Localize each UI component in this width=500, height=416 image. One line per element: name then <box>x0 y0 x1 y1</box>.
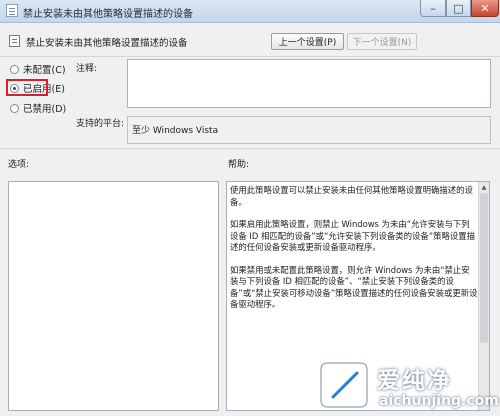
supported-platform-label: 支持的平台: <box>76 119 125 129</box>
red-highlight-box <box>6 79 48 96</box>
scroll-thumb[interactable] <box>480 193 488 343</box>
help-paragraph: 使用此策略设置可以禁止安装未由任何其他策略设置明确描述的设备。 <box>230 185 473 207</box>
supported-platform-value: 至少 Windows Vista <box>127 116 491 144</box>
divider <box>0 56 500 57</box>
policy-setting-icon <box>9 35 20 47</box>
help-label: 帮助: <box>228 160 250 170</box>
radio-circle[interactable] <box>10 64 19 74</box>
close-button[interactable]: ✕ <box>471 0 499 17</box>
next-setting-button[interactable]: 下一个设置(N) <box>347 33 417 50</box>
policy-icon <box>6 4 18 17</box>
comment-textarea[interactable] <box>127 59 491 108</box>
options-panel <box>8 181 219 411</box>
radio-disabled[interactable]: 已禁用(D) <box>10 101 66 115</box>
previous-setting-button[interactable]: 上一个设置(P) <box>271 33 344 50</box>
scroll-up-arrow-icon[interactable]: ▲ <box>479 182 489 192</box>
watermark-url: aichunjing.com <box>379 393 499 409</box>
comment-label: 注释: <box>76 64 98 74</box>
divider <box>0 148 500 149</box>
watermark-logo-icon <box>318 360 370 410</box>
policy-title: 禁止安装未由其他策略设置描述的设备 <box>26 38 188 49</box>
help-text: 使用此策略设置可以禁止安装未由任何其他策略设置明确描述的设备。 如果启用此策略设… <box>230 185 478 322</box>
radio-circle[interactable] <box>10 103 19 113</box>
minimize-button[interactable]: – <box>420 0 446 17</box>
maximize-button[interactable]: □ <box>446 0 471 17</box>
help-paragraph: 如果启用此策略设置，则禁止 Windows 为未由“允许安装与下列设备 ID 相… <box>230 219 476 252</box>
options-label: 选项: <box>8 160 30 170</box>
title-bar: 禁止安装未由其他策略设置描述的设备 – □ ✕ <box>0 0 500 23</box>
window-title: 禁止安装未由其他策略设置描述的设备 <box>23 9 193 20</box>
watermark-name: 爱纯净 <box>377 368 452 394</box>
radio-label-not-configured: 未配置(C) <box>23 65 66 76</box>
supported-platform-text: 至少 Windows Vista <box>132 126 219 136</box>
radio-label-disabled: 已禁用(D) <box>23 104 67 115</box>
watermark: 爱纯净 aichunjing.com <box>315 355 500 416</box>
help-paragraph: 如果禁用或未配置此策略设置，则允许 Windows 为未由“禁止安装与下列设备 … <box>230 264 478 310</box>
radio-not-configured[interactable]: 未配置(C) <box>10 62 66 76</box>
